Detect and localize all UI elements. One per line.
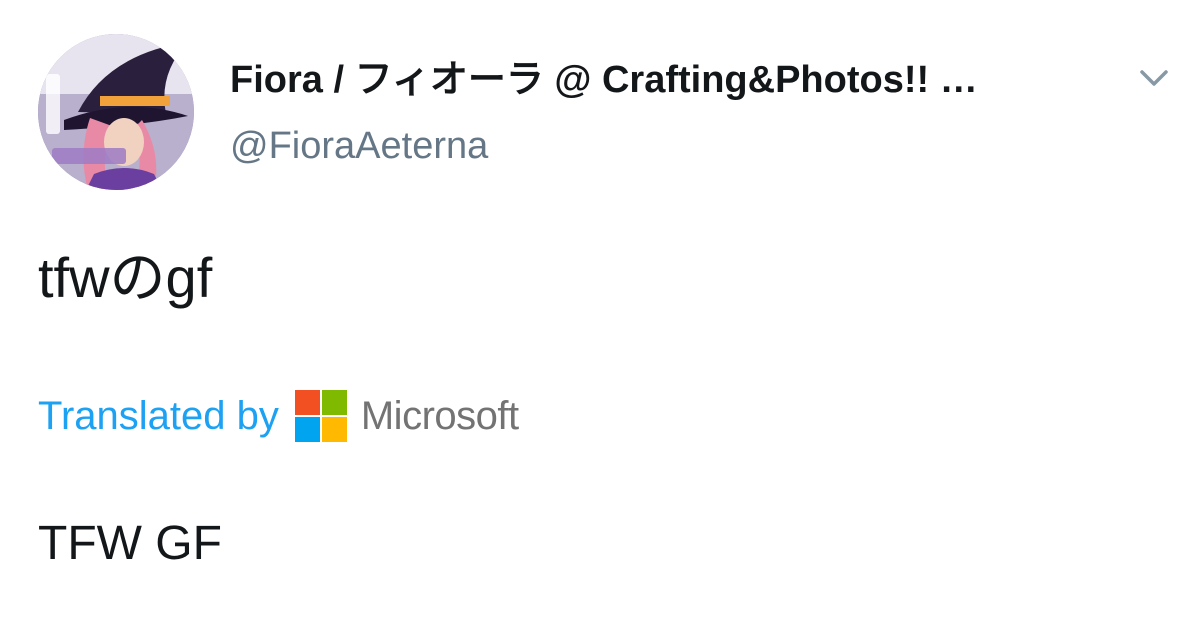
translation-provider: Microsoft [360,394,519,438]
microsoft-logo-icon [294,390,347,442]
display-name[interactable]: Fiora / フィオーラ @ Crafting&Photos!! … [230,56,1110,104]
translated-text: TFW GF [38,517,222,570]
ms-logo-yellow-square [321,417,347,442]
chevron-down-icon[interactable] [1134,60,1174,96]
ms-logo-green-square [321,390,347,415]
tweet-card: Fiora / フィオーラ @ Crafting&Photos!! … @Fio… [0,0,1200,640]
avatar-image [38,34,194,190]
avatar[interactable] [38,34,194,190]
ms-logo-blue-square [294,417,320,442]
user-handle[interactable]: @FioraAeterna [230,122,488,170]
tweet-text: tfwのgf [38,246,213,309]
ms-logo-red-square [294,390,320,415]
translation-attribution[interactable]: Translated by Microsoft [38,388,519,444]
translated-by-label[interactable]: Translated by [38,388,279,444]
